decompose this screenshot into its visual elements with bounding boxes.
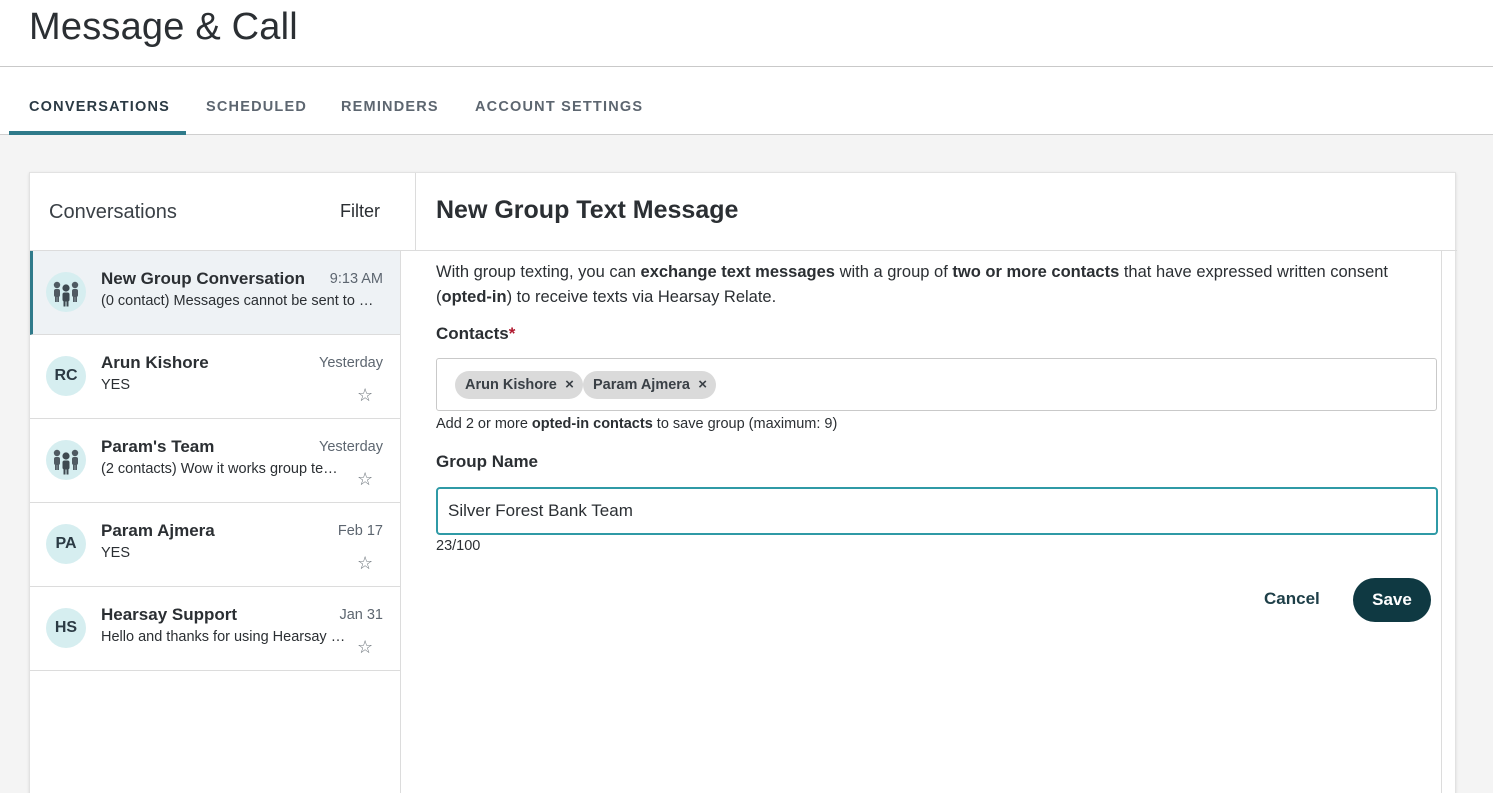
conversation-preview: Hello and thanks for using Hearsay … [101,629,346,645]
conversation-item[interactable]: PA Param Ajmera Feb 17 YES ☆ [30,503,400,587]
conversation-name: Param's Team [101,437,215,456]
conversation-name: Param Ajmera [101,521,215,540]
conversation-list-panel: Conversations Filter New Group Conversat… [30,173,416,793]
remove-contact-icon[interactable]: × [565,371,574,399]
compose-title: New Group Text Message [436,196,739,224]
conversation-name: Arun Kishore [101,353,209,372]
conversation-list-header: Conversations Filter [30,173,416,251]
star-icon[interactable]: ☆ [357,637,373,658]
conversation-list-scrollbar[interactable] [400,251,416,793]
compose-panel: New Group Text Message With group textin… [416,173,1457,793]
group-texting-intro: With group texting, you can exchange tex… [436,263,1389,306]
compose-header: New Group Text Message [416,173,1457,251]
conversation-time: Yesterday [319,439,383,455]
contacts-label: Contacts* [436,324,516,343]
contact-chip-label: Param Ajmera [593,377,690,393]
active-tab-indicator [9,131,186,135]
avatar: PA [46,524,86,564]
conversation-name: Hearsay Support [101,605,238,624]
messaging-card: Conversations Filter New Group Conversat… [29,172,1457,793]
tab-account-settings[interactable]: ACCOUNT SETTINGS [475,67,643,135]
group-name-input[interactable] [436,487,1438,535]
contacts-field[interactable]: Arun Kishore × Param Ajmera × [436,358,1437,411]
conversation-time: Yesterday [319,355,383,371]
conversation-name: New Group Conversation [101,269,306,288]
conversation-time: Jan 31 [339,607,383,623]
avatar: HS [46,608,86,648]
contact-chip: Param Ajmera × [583,371,716,399]
page-header: Message & Call [0,0,1493,67]
remove-contact-icon[interactable]: × [698,371,707,399]
contacts-helper-text: Add 2 or more opted-in contacts to save … [436,416,838,432]
conversation-item[interactable]: Param's Team Yesterday (2 contacts) Wow … [30,419,400,503]
conversation-preview: YES [101,377,131,393]
conversation-preview: (2 contacts) Wow it works group te… [101,461,338,477]
contact-chip: Arun Kishore × [455,371,583,399]
conversation-time: Feb 17 [337,523,383,539]
group-icon [46,440,86,480]
compose-scrollbar[interactable] [1441,251,1442,793]
required-marker: * [508,324,516,343]
conversation-item[interactable]: New Group Conversation 9:13 AM (0 contac… [30,251,400,335]
star-icon[interactable]: ☆ [357,553,373,574]
conversation-preview: YES [101,545,131,561]
conversation-item[interactable]: HS Hearsay Support Jan 31 Hello and than… [30,587,400,671]
avatar: RC [46,356,86,396]
character-counter: 23/100 [436,538,481,554]
conversation-list-title: Conversations [49,201,177,223]
contact-chip-label: Arun Kishore [465,377,557,393]
cancel-button[interactable]: Cancel [1264,589,1320,609]
star-icon[interactable]: ☆ [357,385,373,406]
tab-reminders[interactable]: REMINDERS [341,67,439,135]
group-name-label: Group Name [436,452,539,471]
tab-bar: CONVERSATIONS SCHEDULED REMINDERS ACCOUN… [0,67,1493,135]
conversation-item[interactable]: RC Arun Kishore Yesterday YES ☆ [30,335,400,419]
conversation-preview: (0 contact) Messages cannot be sent to … [101,293,374,309]
conversation-time: 9:13 AM [329,271,383,287]
save-button[interactable]: Save [1353,578,1431,622]
tab-conversations[interactable]: CONVERSATIONS [29,67,170,135]
filter-button[interactable]: Filter [340,201,380,222]
page-title: Message & Call [29,6,298,48]
star-icon[interactable]: ☆ [357,469,373,490]
group-icon [46,272,86,312]
tab-scheduled[interactable]: SCHEDULED [206,67,307,135]
